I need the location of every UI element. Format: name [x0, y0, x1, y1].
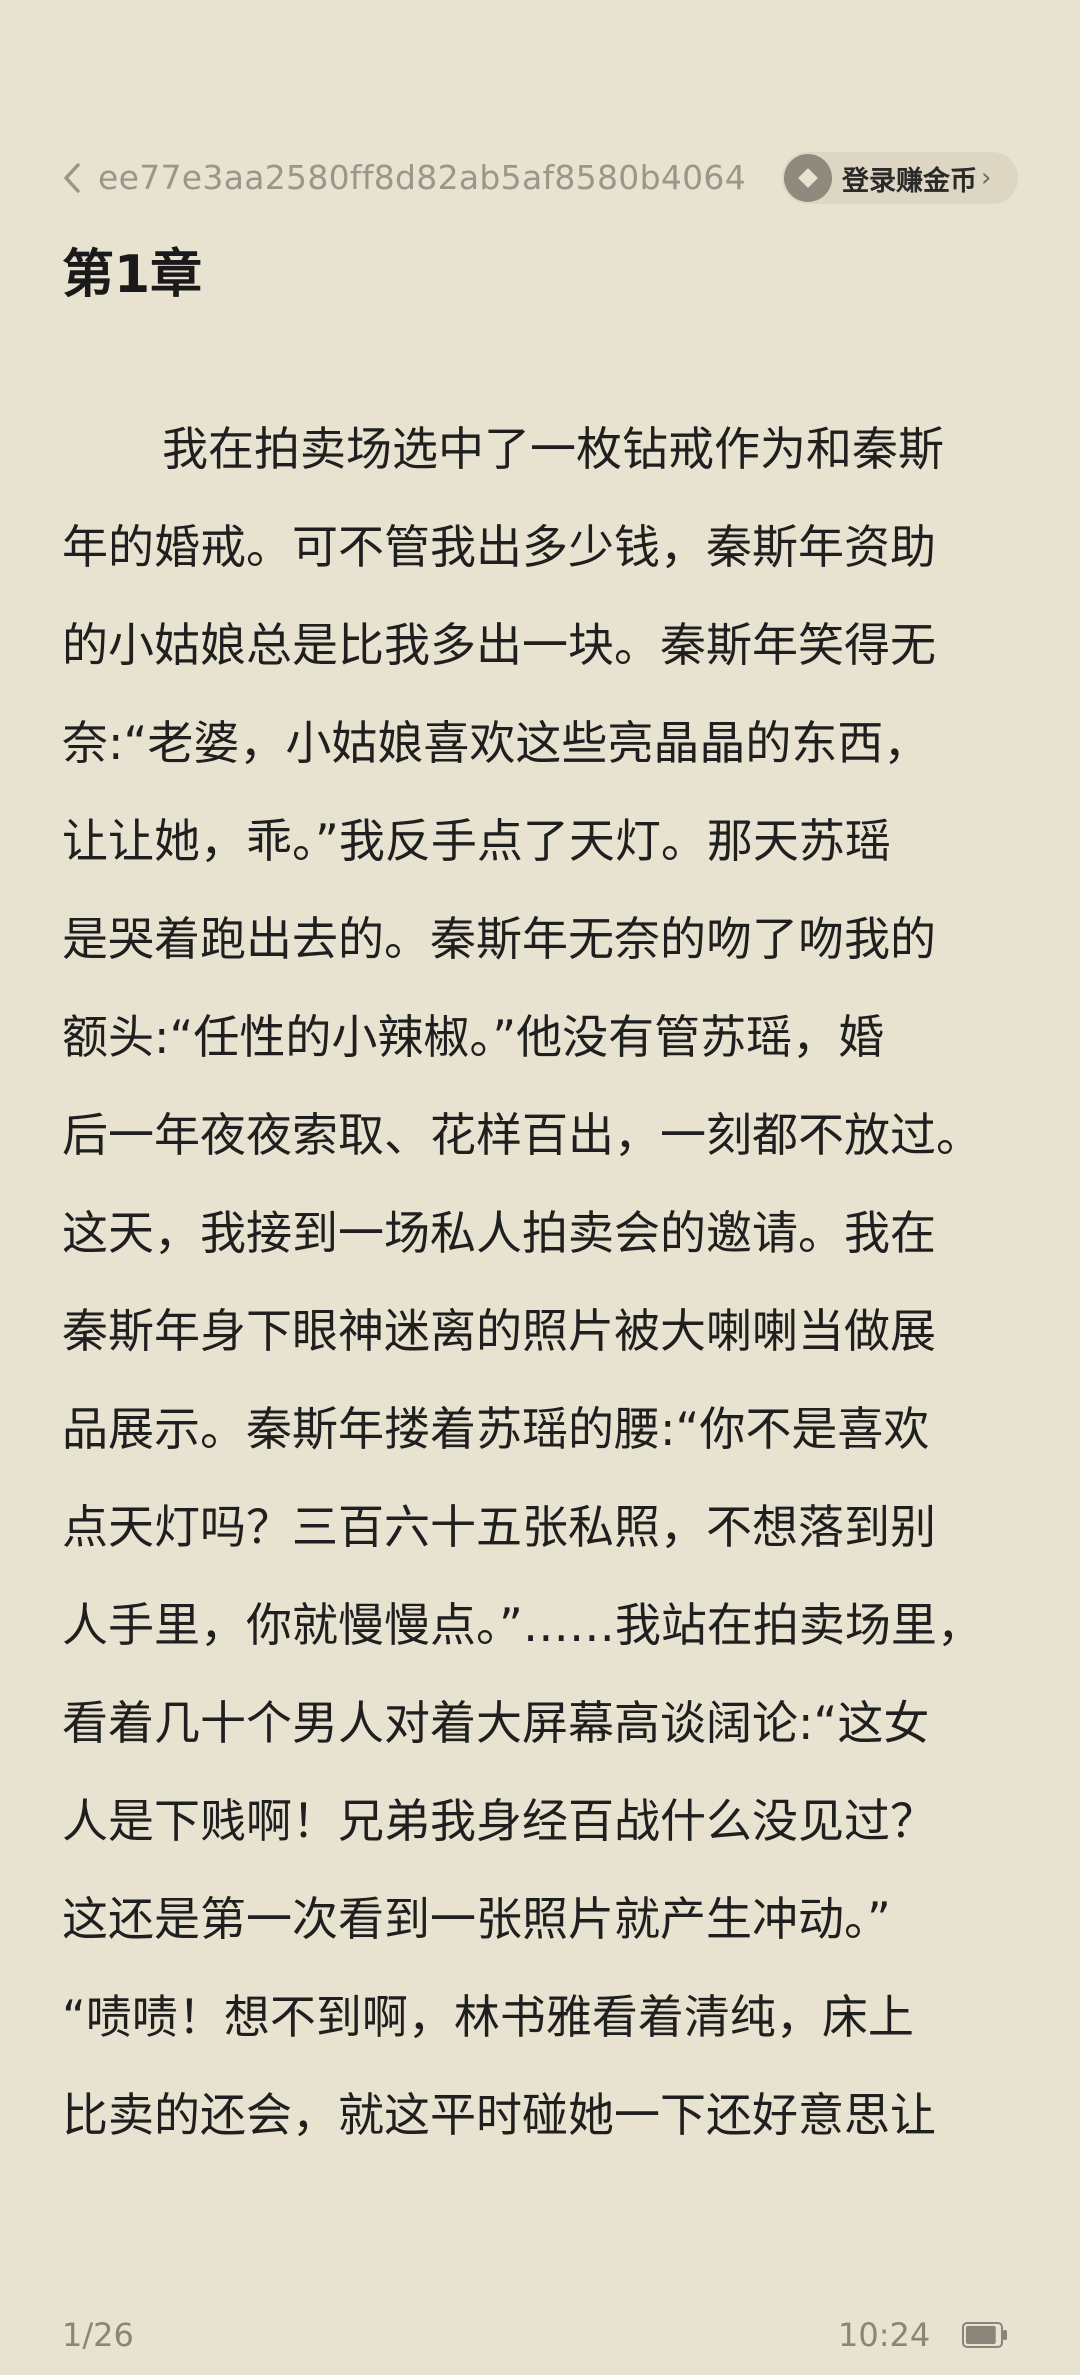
text-line: 这天，我接到一场私人拍卖会的邀请。我在 — [62, 1206, 936, 1260]
text-line: 人手里，你就慢慢点。”……我站在拍卖场里， — [62, 1598, 983, 1652]
back-button[interactable] — [52, 158, 92, 198]
login-earn-coins-button[interactable]: 登录赚金币 › — [782, 152, 1018, 204]
text-line: 点天灯吗？三百六十五张私照，不想落到别 — [62, 1500, 936, 1554]
text-line: 是哭着跑出去的。秦斯年无奈的吻了吻我的 — [62, 912, 936, 966]
chevron-left-icon — [64, 163, 80, 193]
page-indicator: 1/26 — [62, 2316, 134, 2354]
text-line: 让让她，乖。”我反手点了天灯。那天苏瑶 — [62, 814, 891, 868]
text-line: 秦斯年身下眼神迷离的照片被大喇喇当做展 — [62, 1304, 936, 1358]
reader-top-bar: ee77e3aa2580ff8d82ab5af8580b4064 登录赚金币 › — [0, 150, 1080, 206]
book-title: ee77e3aa2580ff8d82ab5af8580b4064 — [98, 158, 747, 197]
chapter-content: 我在拍卖场选中了一枚钻戒作为和秦斯 年的婚戒。可不管我出多少钱，秦斯年资助 的小… — [62, 400, 1022, 2164]
battery-icon — [962, 2322, 1007, 2348]
chapter-title: 第1章 — [62, 245, 203, 305]
text-line: 后一年夜夜索取、花样百出，一刻都不放过。 — [62, 1108, 982, 1162]
clock: 10:24 — [838, 2316, 931, 2354]
text-line: 比卖的还会，就这平时碰她一下还好意思让 — [62, 2088, 936, 2142]
text-line: 看着几十个男人对着大屏幕高谈阔论:“这女 — [62, 1696, 930, 1750]
text-line: 奈:“老婆，小姑娘喜欢这些亮晶晶的东西， — [62, 716, 930, 770]
coins-label: 登录赚金币 — [842, 165, 977, 197]
text-line: 人是下贱啊！兄弟我身经百战什么没见过？ — [62, 1794, 936, 1848]
coin-icon — [784, 154, 832, 202]
text-line: 这还是第一次看到一张照片就产生冲动。” — [62, 1892, 891, 1946]
text-line: 的小姑娘总是比我多出一块。秦斯年笑得无 — [62, 618, 936, 672]
text-line: 我在拍卖场选中了一枚钻戒作为和秦斯 — [162, 422, 944, 476]
battery-level — [966, 2326, 996, 2344]
text-line: 额头:“任性的小辣椒。”他没有管苏瑶，婚 — [62, 1010, 885, 1064]
text-line: 年的婚戒。可不管我出多少钱，秦斯年资助 — [62, 520, 936, 574]
text-line: 品展示。秦斯年搂着苏瑶的腰:“你不是喜欢 — [62, 1402, 930, 1456]
text-line: “啧啧！想不到啊，林书雅看着清纯，床上 — [62, 1990, 914, 2044]
chevron-right-icon: › — [981, 163, 992, 193]
